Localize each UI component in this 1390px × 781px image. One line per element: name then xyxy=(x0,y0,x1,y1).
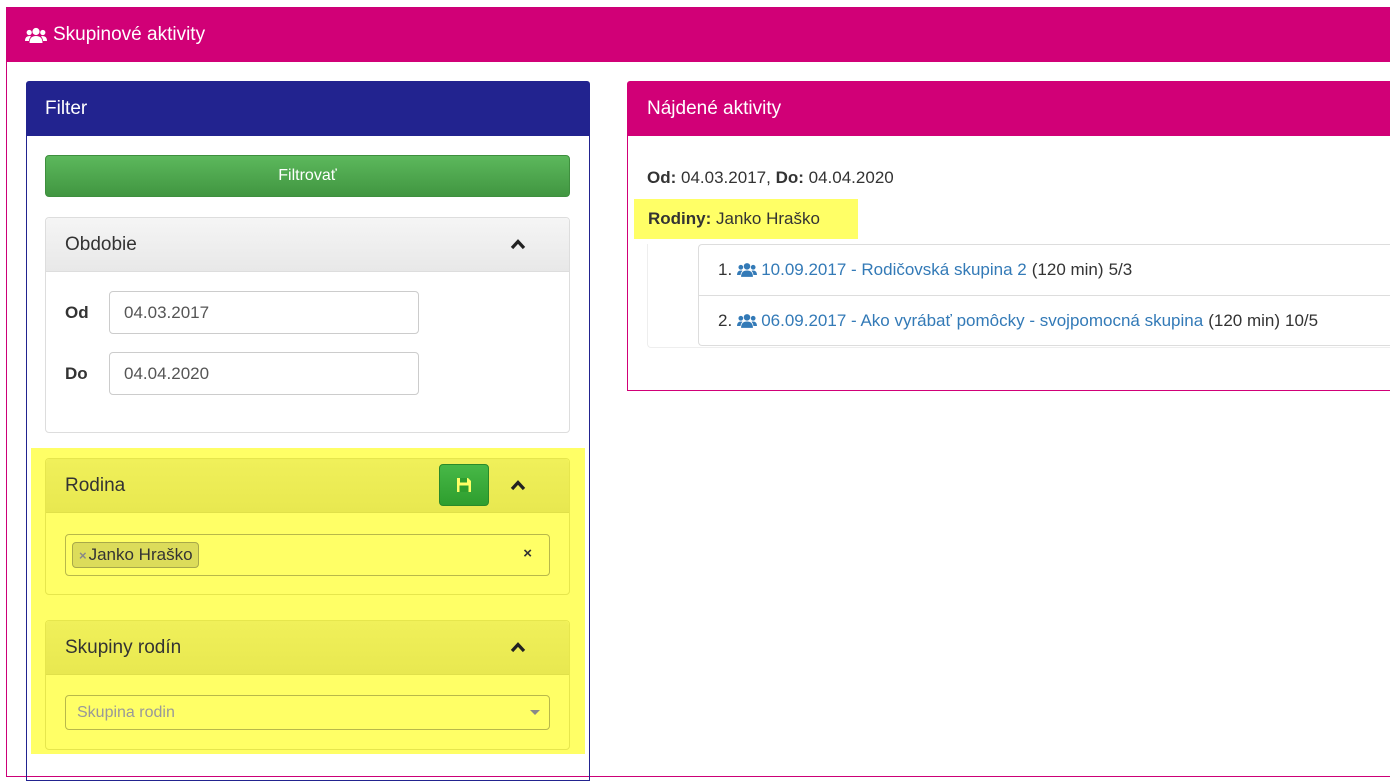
to-date-input[interactable] xyxy=(109,352,419,395)
results-to-value: 04.04.2020 xyxy=(808,168,894,187)
results-families: Rodiny: Janko Hraško xyxy=(634,199,858,239)
results-families-label: Rodiny: xyxy=(648,209,712,228)
selected-family-tag: × Janko Hraško xyxy=(72,542,199,568)
family-groups-section: Skupiny rodín Skupina rodin xyxy=(45,620,570,750)
results-from-value: 04.03.2017 xyxy=(681,168,767,187)
to-date-row: Do xyxy=(65,352,419,395)
page-header: Skupinové aktivity xyxy=(7,8,1390,62)
period-section: Obdobie Od Do xyxy=(45,217,570,433)
activity-link[interactable]: 10.09.2017 - Rodičovská skupina 2 xyxy=(761,260,1027,280)
family-groups-section-title: Skupiny rodín xyxy=(65,636,182,658)
chevron-up-icon xyxy=(510,239,526,250)
list-item: 2. 06.09.2017 - Ako vyrábať pomôcky - sv… xyxy=(699,295,1390,345)
chevron-up-icon xyxy=(510,480,526,491)
results-period: Od: 04.03.2017, Do: 04.04.2020 xyxy=(647,168,894,188)
activity-count: 5/3 xyxy=(1108,260,1133,279)
users-icon xyxy=(737,313,758,329)
filter-button[interactable]: Filtrovať xyxy=(45,155,570,197)
filter-panel-title: Filter xyxy=(27,82,589,136)
activity-link[interactable]: 06.09.2017 - Ako vyrábať pomôcky - svojp… xyxy=(761,311,1203,331)
results-list: 1. 10.09.2017 - Rodičovská skupina 2 (12… xyxy=(698,244,1390,346)
from-date-label: Od xyxy=(65,302,89,322)
collapse-family-groups-button[interactable] xyxy=(494,626,542,668)
results-list-wrap: 1. 10.09.2017 - Rodičovská skupina 2 (12… xyxy=(647,244,1390,348)
family-select[interactable]: × Janko Hraško × xyxy=(65,534,550,576)
period-section-title: Obdobie xyxy=(65,233,137,255)
dropdown-arrow-icon xyxy=(530,710,540,715)
from-date-row: Od xyxy=(65,291,419,334)
clear-selection-icon[interactable]: × xyxy=(523,545,532,562)
results-to-label: Do: xyxy=(775,168,804,187)
family-section: Rodina × Janko Hraško × xyxy=(45,458,570,595)
item-number: 1. xyxy=(718,260,733,279)
collapse-period-button[interactable] xyxy=(494,223,542,265)
collapse-family-button[interactable] xyxy=(494,464,542,506)
family-section-header[interactable]: Rodina xyxy=(46,459,569,513)
results-from-label: Od: xyxy=(647,168,677,187)
results-panel: Nájdené aktivity Od: 04.03.2017, Do: 04.… xyxy=(627,81,1390,391)
activity-duration: (120 min) xyxy=(1031,260,1104,279)
floppy-disk-icon xyxy=(457,478,471,492)
from-date-input[interactable] xyxy=(109,291,419,334)
list-item: 1. 10.09.2017 - Rodičovská skupina 2 (12… xyxy=(699,245,1390,295)
users-icon xyxy=(25,27,47,44)
results-families-value: Janko Hraško xyxy=(716,209,820,228)
activity-count: 10/5 xyxy=(1285,310,1319,330)
family-section-title: Rodina xyxy=(65,474,126,496)
filter-panel: Filter Filtrovať Obdobie Od Do Rodina xyxy=(26,81,590,781)
period-section-header[interactable]: Obdobie xyxy=(46,218,569,272)
family-groups-section-header[interactable]: Skupiny rodín xyxy=(46,621,569,675)
chevron-up-icon xyxy=(510,642,526,653)
users-icon xyxy=(737,262,758,278)
selected-family-label: Janko Hraško xyxy=(88,545,193,564)
results-separator: , xyxy=(766,168,771,187)
remove-tag-icon[interactable]: × xyxy=(79,548,87,563)
to-date-label: Do xyxy=(65,363,88,383)
results-panel-title: Nájdené aktivity xyxy=(628,82,1390,136)
activity-duration: (120 min) xyxy=(1208,310,1281,330)
page-title: Skupinové aktivity xyxy=(53,24,206,45)
family-group-placeholder: Skupina rodin xyxy=(77,703,175,721)
family-group-select[interactable]: Skupina rodin xyxy=(65,695,550,730)
item-number: 2. xyxy=(718,310,733,330)
save-family-button[interactable] xyxy=(439,464,489,506)
